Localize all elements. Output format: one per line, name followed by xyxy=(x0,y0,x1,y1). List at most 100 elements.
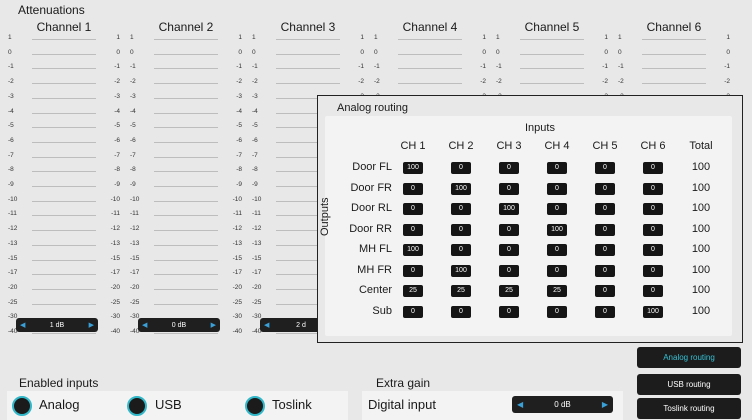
routing-cell[interactable]: 100 xyxy=(643,305,663,318)
routing-cell[interactable]: 0 xyxy=(595,182,615,195)
routing-cell[interactable]: 0 xyxy=(643,285,663,297)
tick-label-right: -12 xyxy=(232,225,242,233)
tick-line xyxy=(154,171,218,173)
routing-cell[interactable]: 0 xyxy=(595,223,615,236)
routing-cell[interactable]: 0 xyxy=(451,203,471,215)
routing-cell[interactable]: 0 xyxy=(547,162,567,174)
routing-cell[interactable]: 0 xyxy=(499,244,519,256)
routing-cell[interactable]: 0 xyxy=(643,223,663,236)
decrease-arrow-icon[interactable]: ◀ xyxy=(142,321,147,329)
routing-cell[interactable]: 25 xyxy=(547,285,567,297)
usb-routing-button[interactable]: USB routing xyxy=(637,374,741,395)
tick-label-left: -8 xyxy=(252,166,258,174)
routing-cell[interactable]: 0 xyxy=(403,203,423,215)
routing-cell[interactable]: 0 xyxy=(643,162,663,174)
tick-label-left: -17 xyxy=(8,269,18,277)
tick-line xyxy=(276,39,340,40)
tick-label-right: 0 xyxy=(482,48,486,56)
decrease-arrow-icon[interactable]: ◀ xyxy=(517,400,523,409)
routing-cell[interactable]: 100 xyxy=(499,203,519,215)
tick-line xyxy=(32,68,96,70)
scale-tick: -3 -3 xyxy=(130,93,242,105)
routing-cell[interactable]: 0 xyxy=(547,244,567,256)
digital-gain-stepper[interactable]: ◀ 0 dB ▶ xyxy=(512,396,613,413)
routing-cell[interactable]: 0 xyxy=(595,264,615,277)
analog-routing-button[interactable]: Analog routing xyxy=(637,347,741,368)
routing-cell[interactable]: 0 xyxy=(403,264,423,277)
routing-cell[interactable]: 0 xyxy=(499,182,519,195)
scale-tick: -2 -2 xyxy=(8,78,120,90)
tick-label-left: -2 xyxy=(8,78,14,86)
routing-cell[interactable]: 100 xyxy=(403,162,423,174)
attenuation-slider[interactable]: 1100-1-1-2-2-3-3-4-4-5-5-6-6-7-7-8-8-9-9… xyxy=(8,34,120,335)
toslink-routing-button[interactable]: Toslink routing xyxy=(637,398,741,419)
routing-cell[interactable]: 0 xyxy=(643,244,663,256)
column-header: CH 5 xyxy=(592,140,618,152)
routing-cell[interactable]: 0 xyxy=(451,223,471,236)
routing-cell[interactable]: 0 xyxy=(595,203,615,215)
attenuation-stepper[interactable]: ◀ 0 dB ▶ xyxy=(138,318,220,332)
routing-cell[interactable]: 0 xyxy=(595,162,615,174)
tick-label-left: -3 xyxy=(8,92,14,100)
routing-cell[interactable]: 0 xyxy=(403,182,423,195)
scale-tick: -5 -5 xyxy=(130,122,242,134)
routing-cell[interactable]: 100 xyxy=(403,244,423,256)
routing-cell[interactable]: 100 xyxy=(451,182,471,195)
routing-cell[interactable]: 0 xyxy=(595,305,615,318)
routing-cell[interactable]: 0 xyxy=(451,305,471,318)
routing-cell[interactable]: 0 xyxy=(451,244,471,256)
attenuation-stepper[interactable]: ◀ 1 dB ▶ xyxy=(16,318,98,332)
column-header: CH 4 xyxy=(544,140,570,152)
tick-label-right: 0 xyxy=(116,48,120,56)
tick-label-left: -12 xyxy=(8,225,18,233)
attenuation-value: 0 dB xyxy=(171,321,187,329)
tick-label-right: -5 xyxy=(236,122,242,130)
routing-cell[interactable]: 0 xyxy=(403,223,423,236)
tick-label-left: -25 xyxy=(252,298,262,306)
scale-tick: 11 xyxy=(252,34,364,46)
increase-arrow-icon[interactable]: ▶ xyxy=(89,321,94,329)
scale-tick: -25 -25 xyxy=(130,299,242,311)
extra-gain-title: Extra gain xyxy=(376,376,431,390)
decrease-arrow-icon[interactable]: ◀ xyxy=(20,321,25,329)
routing-cell[interactable]: 25 xyxy=(403,285,423,297)
routing-cell[interactable]: 25 xyxy=(451,285,471,297)
attenuation-channel-2: Channel 2 1 1 0 0 -1 -1 -2 -2 -3 -3 -4 -4 -5 -5 -6 -6 -7-… xyxy=(130,18,242,338)
routing-cell[interactable]: 0 xyxy=(547,203,567,215)
routing-cell[interactable]: 0 xyxy=(595,285,615,297)
tick-line xyxy=(32,97,96,99)
routing-cell[interactable]: 100 xyxy=(451,264,471,277)
routing-cell[interactable]: 0 xyxy=(643,182,663,195)
tick-line xyxy=(154,112,218,114)
routing-cell[interactable]: 0 xyxy=(451,162,471,174)
attenuation-slider[interactable]: 1100-1-1-2-2-3-3-4-4-5-5-6-6-7-7-8-8-9-9… xyxy=(130,34,242,335)
routing-cell[interactable]: 0 xyxy=(499,223,519,236)
routing-cell[interactable]: 0 xyxy=(643,203,663,215)
routing-cell[interactable]: 0 xyxy=(499,264,519,277)
routing-cell[interactable]: 100 xyxy=(547,223,567,236)
tick-line xyxy=(32,259,96,261)
routing-cell[interactable]: 0 xyxy=(547,264,567,277)
routing-cell[interactable]: 0 xyxy=(595,244,615,256)
routing-cell[interactable]: 0 xyxy=(547,182,567,195)
tick-label-left: -1 xyxy=(618,63,624,71)
routing-cell[interactable]: 0 xyxy=(499,162,519,174)
routing-cell[interactable]: 25 xyxy=(499,285,519,297)
tick-label-left: -15 xyxy=(130,254,140,262)
routing-cell[interactable]: 0 xyxy=(499,305,519,318)
routing-cell[interactable]: 0 xyxy=(547,305,567,318)
tick-line xyxy=(32,303,96,305)
increase-arrow-icon[interactable]: ▶ xyxy=(211,321,216,329)
toslink-radio[interactable] xyxy=(245,396,265,416)
usb-radio[interactable] xyxy=(127,396,147,416)
tick-line xyxy=(642,39,706,40)
routing-cell[interactable]: 0 xyxy=(403,305,423,318)
routing-cell[interactable]: 0 xyxy=(643,264,663,277)
scale-tick: -13 -13 xyxy=(130,240,242,252)
analog-radio[interactable] xyxy=(12,396,32,416)
decrease-arrow-icon[interactable]: ◀ xyxy=(264,321,269,329)
increase-arrow-icon[interactable]: ▶ xyxy=(602,400,608,409)
channel-name: Channel 5 xyxy=(524,20,580,34)
tick-label-right: -9 xyxy=(236,181,242,188)
column-header: Total xyxy=(689,140,713,152)
